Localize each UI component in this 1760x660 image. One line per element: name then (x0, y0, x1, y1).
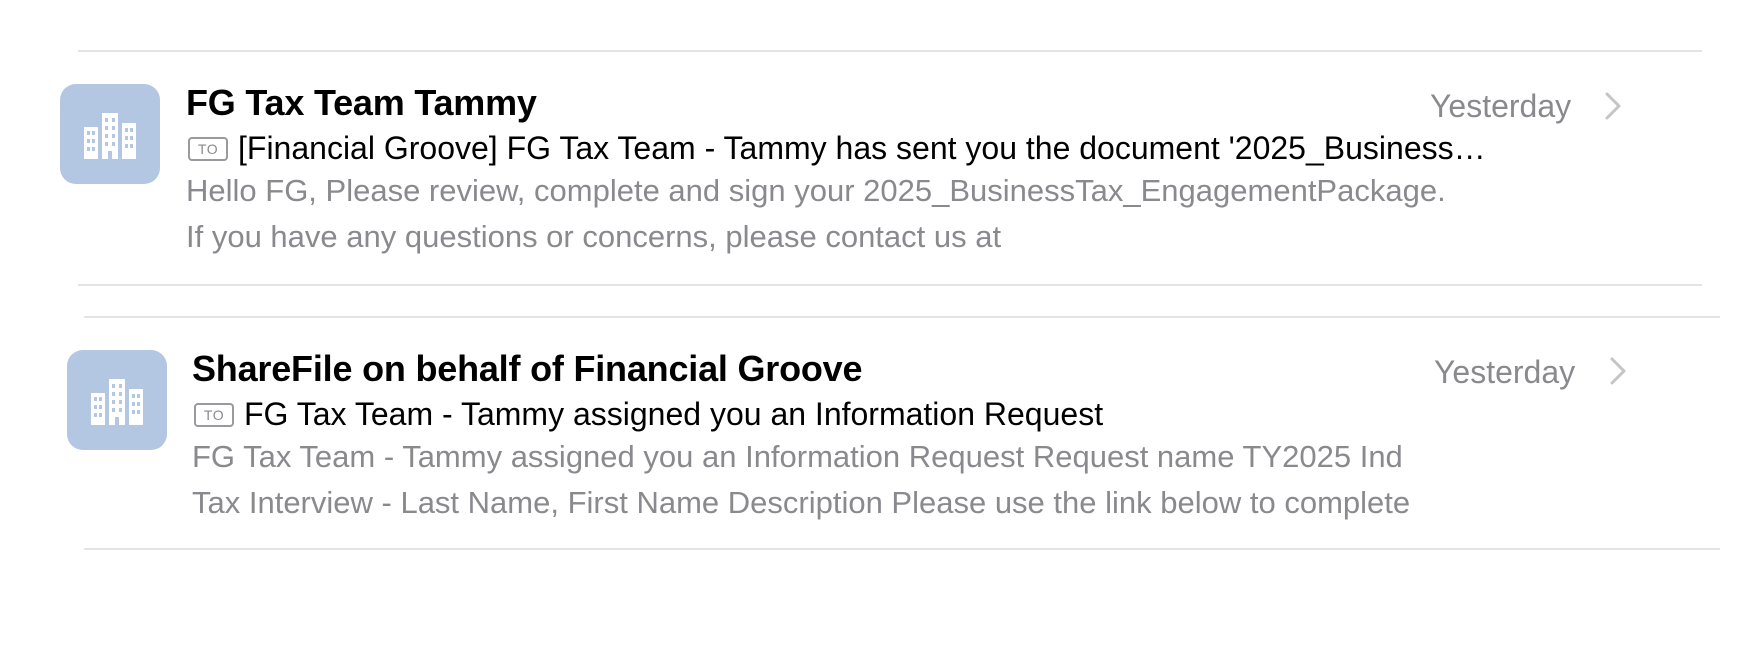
preview-line-2: Tax Interview - Last Name, First Name De… (192, 485, 1411, 520)
message-date: Yesterday (1434, 354, 1576, 390)
subject-row: TO FG Tax Team - Tammy assigned you an I… (194, 396, 1626, 433)
preview-line-1: FG Tax Team - Tammy assigned you an Info… (192, 439, 1403, 474)
message-preview: FG Tax Team - Tammy assigned you an Info… (192, 434, 1642, 526)
chevron-right-icon (1610, 357, 1626, 385)
divider-group (84, 316, 1720, 318)
to-badge: TO (194, 402, 234, 427)
mail-list-item[interactable]: ShareFile on behalf of Financial Groove … (0, 0, 1760, 520)
sender-name: ShareFile on behalf of Financial Groove (192, 348, 863, 389)
message-subject: FG Tax Team - Tammy assigned you an Info… (244, 396, 1104, 432)
sender-avatar (67, 350, 167, 450)
divider-middle (78, 284, 1702, 286)
building-icon (91, 379, 143, 425)
divider-bottom (84, 548, 1720, 550)
